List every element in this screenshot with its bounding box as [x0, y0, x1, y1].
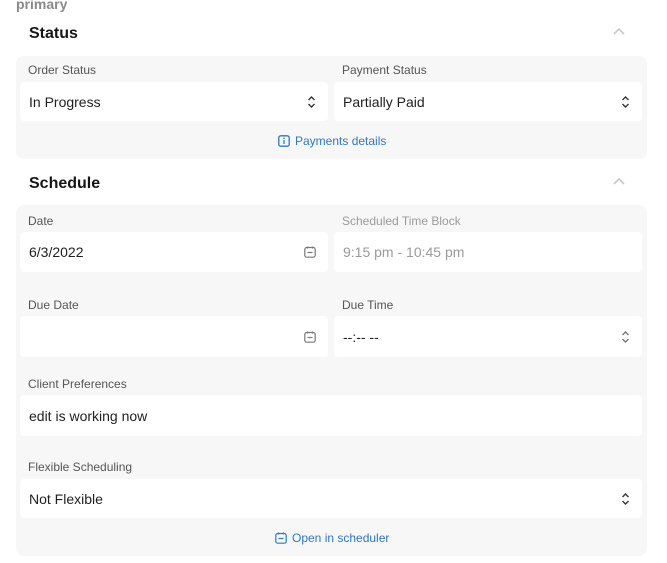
scheduled-time-block-label: Scheduled Time Block: [342, 214, 461, 228]
payments-details-link[interactable]: Payments details: [278, 134, 386, 148]
calendar-icon[interactable]: [304, 246, 316, 258]
client-preferences-label: Client Preferences: [28, 377, 127, 391]
flexible-scheduling-label: Flexible Scheduling: [28, 460, 133, 474]
date-value: 6/3/2022: [29, 244, 84, 260]
select-up-down-icon: [622, 95, 629, 108]
payments-details-text: Payments details: [295, 134, 387, 148]
info-icon: [278, 135, 290, 147]
scheduled-time-block-field: 9:15 pm - 10:45 pm: [334, 232, 642, 272]
time-up-down-icon: [622, 330, 629, 343]
calendar-icon[interactable]: [304, 331, 316, 343]
client-preferences-value: edit is working now: [29, 407, 148, 424]
order-status-select[interactable]: In Progress: [20, 82, 328, 121]
date-input[interactable]: 6/3/2022: [20, 232, 328, 272]
order-status-label: Order Status: [28, 63, 97, 77]
status-section-title: Status: [29, 25, 78, 42]
open-in-scheduler-link[interactable]: Open in scheduler: [275, 531, 389, 545]
payment-status-value: Partially Paid: [343, 93, 425, 110]
due-time-input[interactable]: --:-- --: [334, 316, 642, 357]
due-date-label: Due Date: [28, 298, 79, 312]
due-time-label: Due Time: [342, 298, 394, 312]
open-in-scheduler-text: Open in scheduler: [292, 531, 390, 545]
date-label: Date: [28, 214, 54, 228]
flexible-scheduling-select[interactable]: Not Flexible: [20, 479, 642, 518]
payment-status-select[interactable]: Partially Paid: [334, 82, 642, 121]
payment-status-label: Payment Status: [342, 63, 427, 77]
due-time-value: --:-- --: [343, 328, 379, 345]
order-status-value: In Progress: [29, 93, 101, 110]
flexible-scheduling-value: Not Flexible: [29, 490, 103, 507]
select-up-down-icon: [308, 95, 315, 108]
calendar-icon: [275, 532, 287, 544]
client-preferences-input[interactable]: edit is working now: [20, 395, 642, 436]
schedule-section-title: Schedule: [29, 175, 101, 192]
collapse-chevron-up-icon[interactable]: [612, 177, 626, 187]
select-up-down-icon: [622, 492, 629, 505]
due-date-input[interactable]: [20, 316, 328, 357]
section-label-primary: primary: [16, 0, 68, 12]
scheduled-time-block-value: 9:15 pm - 10:45 pm: [343, 244, 465, 260]
collapse-chevron-up-icon[interactable]: [612, 27, 626, 37]
